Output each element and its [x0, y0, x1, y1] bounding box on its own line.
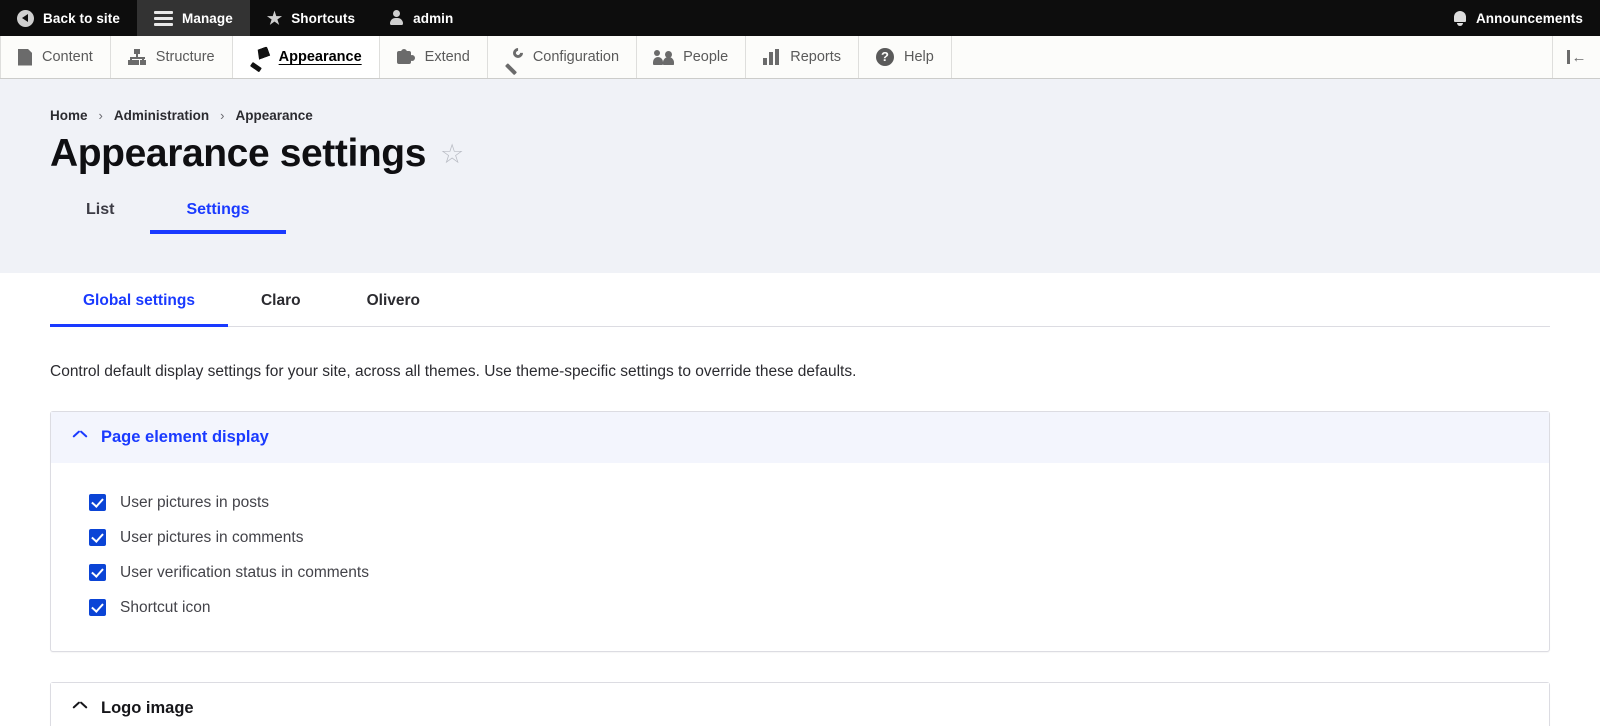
user-icon: [389, 10, 404, 26]
section-body-page-element-display: User pictures in posts User pictures in …: [51, 463, 1549, 651]
checkbox-label: Shortcut icon: [120, 598, 211, 616]
chevron-up-icon: [73, 704, 87, 713]
checkbox-row-user-pictures-in-posts[interactable]: User pictures in posts: [89, 485, 1511, 520]
tab-list[interactable]: List: [50, 195, 150, 234]
chevron-up-icon: [73, 433, 87, 442]
question-circle-icon: ?: [876, 48, 894, 66]
menu-item-label: People: [683, 49, 729, 65]
toolbar-label: Shortcuts: [291, 10, 356, 26]
checkbox-user-pictures-in-comments[interactable]: [89, 529, 106, 546]
menu-item-structure[interactable]: Structure: [111, 36, 233, 78]
menu-item-appearance[interactable]: Appearance: [232, 36, 380, 78]
main-content: Global settings Claro Olivero Control de…: [0, 273, 1600, 726]
intro-description: Control default display settings for you…: [50, 363, 857, 380]
back-circle-icon: [17, 9, 34, 27]
section-header-logo-image[interactable]: Logo image: [51, 683, 1549, 726]
tab-settings[interactable]: Settings: [150, 195, 286, 234]
menu-item-label: Help: [904, 49, 934, 65]
menu-item-label: Content: [42, 49, 93, 65]
theme-tab-global-settings[interactable]: Global settings: [50, 273, 228, 327]
menu-item-label: Structure: [155, 49, 215, 65]
menu-item-content[interactable]: Content: [0, 36, 111, 78]
bookmark-star-icon[interactable]: ☆: [440, 140, 464, 168]
theme-tabs: Global settings Claro Olivero: [50, 273, 1550, 327]
theme-tab-olivero[interactable]: Olivero: [334, 273, 453, 327]
puzzle-icon: [396, 48, 415, 66]
menu-item-configuration[interactable]: Configuration: [488, 36, 638, 78]
checkbox-row-user-verification-status-in-comments[interactable]: User verification status in comments: [89, 555, 1511, 590]
checkbox-label: User pictures in comments: [120, 528, 304, 546]
hamburger-icon: [153, 10, 173, 26]
people-icon: [653, 49, 675, 65]
checkbox-user-verification-status-in-comments[interactable]: [89, 564, 106, 581]
admin-menu-bar: Content Structure Appearance Extend Conf…: [0, 36, 1600, 79]
breadcrumb-separator: ›: [220, 108, 225, 123]
breadcrumb: Home › Administration › Appearance: [50, 79, 1600, 123]
breadcrumb-item-administration[interactable]: Administration: [114, 108, 209, 123]
menu-item-label: Extend: [424, 49, 470, 65]
toolbar-label: Announcements: [1475, 10, 1583, 26]
theme-tab-claro[interactable]: Claro: [228, 273, 334, 327]
breadcrumb-item-home[interactable]: Home: [50, 108, 88, 123]
page-header: Home › Administration › Appearance Appea…: [0, 79, 1600, 273]
section-logo-image: Logo image: [50, 682, 1550, 726]
breadcrumb-item-appearance[interactable]: Appearance: [235, 108, 312, 123]
menu-item-label: Appearance: [278, 49, 362, 65]
sitemap-icon: [127, 49, 146, 65]
collapse-sidebar-icon: ←: [1566, 50, 1587, 65]
menu-item-label: Reports: [790, 49, 841, 65]
page-title: Appearance settings: [50, 132, 427, 175]
wrench-icon: [504, 45, 525, 76]
checkbox-row-shortcut-icon[interactable]: Shortcut icon: [89, 590, 1511, 625]
toolbar-label: Manage: [181, 10, 233, 26]
bell-icon: [1453, 10, 1467, 26]
menu-item-people[interactable]: People: [637, 36, 747, 78]
menu-item-label: Configuration: [532, 49, 620, 65]
toolbar-item-announcements[interactable]: Announcements: [1436, 0, 1600, 36]
breadcrumb-separator: ›: [98, 108, 103, 123]
admin-toolbar: Back to site Manage ★ Shortcuts admin An…: [0, 0, 1600, 36]
file-icon: [18, 48, 32, 66]
bar-chart-icon: [763, 49, 780, 65]
menu-spacer: [952, 36, 1552, 78]
checkbox-row-user-pictures-in-comments[interactable]: User pictures in comments: [89, 520, 1511, 555]
menu-item-extend[interactable]: Extend: [380, 36, 488, 78]
menu-item-reports[interactable]: Reports: [746, 36, 859, 78]
section-title: Page element display: [101, 428, 269, 446]
checkbox-shortcut-icon[interactable]: [89, 599, 106, 616]
page-title-row: Appearance settings ☆: [50, 132, 1600, 176]
checkbox-label: User pictures in posts: [120, 493, 270, 511]
toolbar-item-shortcuts[interactable]: ★ Shortcuts: [250, 0, 372, 36]
menu-item-help[interactable]: ? Help: [859, 36, 952, 78]
section-page-element-display: Page element display User pictures in po…: [50, 411, 1550, 652]
toolbar-item-back-to-site[interactable]: Back to site: [0, 0, 137, 36]
toolbar-item-admin-user[interactable]: admin: [372, 0, 470, 36]
section-header-page-element-display[interactable]: Page element display: [51, 412, 1549, 463]
collapse-sidebar-button[interactable]: ←: [1552, 36, 1600, 78]
checkbox-user-pictures-in-posts[interactable]: [89, 494, 106, 511]
checkbox-label: User verification status in comments: [120, 563, 369, 581]
toolbar-label: admin: [413, 10, 454, 26]
toolbar-item-manage[interactable]: Manage: [136, 0, 250, 36]
paintbrush-icon: [249, 48, 269, 73]
toolbar-label: Back to site: [43, 10, 120, 26]
primary-tabs: List Settings: [50, 195, 1600, 234]
star-icon: ★: [266, 8, 283, 28]
section-title: Logo image: [101, 699, 194, 717]
